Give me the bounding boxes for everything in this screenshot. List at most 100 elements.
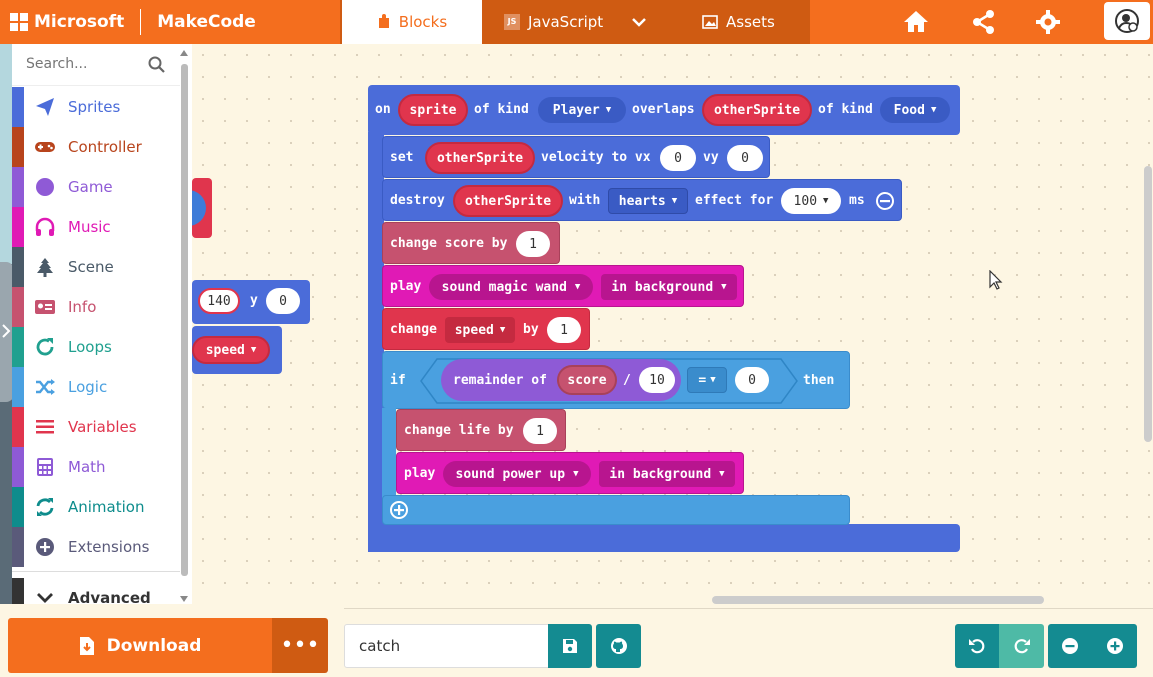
user-menu-button[interactable]	[1104, 2, 1150, 40]
category-animation[interactable]: Animation	[12, 487, 180, 527]
category-sprites[interactable]: Sprites	[12, 87, 180, 127]
category-extensions[interactable]: Extensions	[12, 527, 180, 567]
comparison-operator-dropdown[interactable]: = ▼	[687, 367, 727, 393]
tab-javascript[interactable]: JS JavaScript	[504, 0, 603, 44]
category-variables[interactable]: Variables	[12, 407, 180, 447]
dropdown-arrow-icon: ▼	[499, 325, 506, 335]
brand[interactable]: Microsoft MakeCode	[10, 0, 256, 44]
ms-dropdown[interactable]: 100 ▼	[781, 188, 841, 214]
editor-tabs: Blocks JS JavaScript Assets	[340, 0, 810, 44]
tab-blocks[interactable]: Blocks	[342, 0, 482, 44]
effect-label: hearts	[618, 193, 666, 209]
dropdown-arrow-icon: ▼	[605, 105, 612, 115]
sound-label: sound magic wand	[441, 279, 567, 295]
search-input[interactable]	[26, 56, 146, 72]
speed-variable[interactable]: speed ▼	[192, 336, 270, 364]
speed-change-input[interactable]: 1	[547, 317, 581, 343]
effect-dropdown[interactable]: hearts ▼	[608, 188, 688, 214]
category-info[interactable]: Info	[12, 287, 180, 327]
event-block-footer	[368, 524, 960, 552]
y-label: y	[250, 293, 258, 308]
language-dropdown[interactable]	[632, 0, 652, 44]
score-block[interactable]: score	[557, 365, 617, 395]
home-icon[interactable]	[902, 8, 930, 36]
toolbox-scroll-up-arrow[interactable]	[180, 50, 188, 56]
plus-circle-icon[interactable]	[389, 500, 409, 520]
category-loops[interactable]: Loops	[12, 327, 180, 367]
score-change-input[interactable]: 1	[516, 231, 550, 257]
x-value-input[interactable]: 140	[198, 288, 240, 314]
toolbox-scroll-down-arrow[interactable]	[180, 596, 188, 602]
remainder-label: remainder of	[453, 373, 547, 388]
search-icon[interactable]	[148, 56, 166, 74]
vy-input[interactable]: 0	[727, 145, 763, 171]
save-button[interactable]	[548, 624, 592, 668]
life-change-input[interactable]: 1	[523, 418, 557, 444]
compare-value-input[interactable]: 0	[735, 367, 769, 393]
toolbox-divider	[12, 571, 180, 572]
zoom-in-icon	[1106, 638, 1123, 654]
category-game[interactable]: Game	[12, 167, 180, 207]
category-controller[interactable]: Controller	[12, 127, 180, 167]
other-sprite-variable[interactable]: otherSprite	[702, 94, 812, 126]
save-icon	[563, 639, 577, 653]
partial-block-position[interactable]: 140 y 0	[192, 280, 310, 324]
project-name-input[interactable]	[344, 624, 550, 668]
play-sound-block[interactable]: play sound magic wand ▼ in background ▼	[382, 265, 744, 307]
category-math[interactable]: Math	[12, 447, 180, 487]
set-velocity-block[interactable]: set otherSprite velocity to vx 0 vy 0	[382, 136, 770, 178]
category-music[interactable]: Music	[12, 207, 180, 247]
change-score-block[interactable]: change score by 1	[382, 222, 560, 264]
category-label: Sprites	[68, 98, 121, 116]
ms-value: 100	[793, 193, 818, 209]
zoom-out-button[interactable]	[1048, 624, 1092, 668]
operator-label: =	[698, 372, 707, 388]
gear-icon[interactable]	[1034, 8, 1062, 36]
y-value-input[interactable]: 0	[266, 288, 300, 314]
change-life-block[interactable]: change life by 1	[396, 409, 566, 451]
sprite-variable[interactable]: sprite	[398, 94, 468, 126]
sound-dropdown[interactable]: sound power up ▼	[443, 461, 591, 487]
other-sprite-variable[interactable]: otherSprite	[453, 185, 563, 217]
divisor-input[interactable]: 10	[639, 367, 675, 393]
destroy-block[interactable]: destroy otherSprite with hearts ▼ effect …	[382, 179, 902, 221]
change-speed-block[interactable]: change speed ▼ by 1	[382, 308, 590, 350]
other-sprite-variable[interactable]: otherSprite	[425, 142, 535, 174]
play-mode-dropdown[interactable]: in background ▼	[599, 461, 735, 487]
redo-button[interactable]	[999, 624, 1044, 668]
sound-dropdown[interactable]: sound magic wand ▼	[429, 274, 593, 300]
category-scene[interactable]: Scene	[12, 247, 180, 287]
play-sound-block-2[interactable]: play sound power up ▼ in background ▼	[396, 452, 744, 494]
paper-plane-icon	[36, 98, 54, 116]
kind-food-dropdown[interactable]: Food ▼	[880, 97, 950, 123]
if-block[interactable]: if remainder of score / 10 = ▼ 0 then	[382, 351, 850, 409]
gamepad-icon	[35, 142, 55, 152]
share-icon[interactable]	[970, 8, 998, 36]
undo-icon	[969, 639, 985, 654]
workspace-horizontal-scrollbar[interactable]	[712, 596, 1044, 604]
download-button[interactable]: Download	[8, 618, 272, 673]
vx-input[interactable]: 0	[660, 145, 696, 171]
play-mode-dropdown[interactable]: in background ▼	[601, 274, 737, 300]
partial-block-speed[interactable]: speed ▼	[192, 326, 282, 374]
more-label: •••	[280, 633, 320, 658]
destroy-label: destroy	[390, 193, 445, 208]
blocks-workspace[interactable]: 140 y 0 speed ▼ on sprite of kind Player…	[192, 44, 1153, 604]
speed-dropdown[interactable]: speed ▼	[445, 317, 515, 343]
zoom-in-button[interactable]	[1092, 624, 1137, 668]
undo-button[interactable]	[955, 624, 999, 668]
speed-label: speed	[205, 342, 245, 358]
github-button[interactable]	[596, 624, 641, 668]
overlap-event-block[interactable]: on sprite of kind Player ▼ overlaps other…	[368, 85, 960, 135]
more-options-button[interactable]: •••	[272, 618, 328, 673]
category-color-bar	[12, 87, 24, 127]
category-logic[interactable]: Logic	[12, 367, 180, 407]
partial-block-red[interactable]	[192, 178, 212, 238]
set-label: set	[390, 150, 414, 165]
chevron-down-icon	[632, 18, 646, 27]
kind-player-dropdown[interactable]: Player ▼	[538, 97, 626, 123]
tab-assets[interactable]: Assets	[702, 0, 775, 44]
minus-circle-icon[interactable]	[875, 191, 895, 211]
toolbox-scrollbar[interactable]	[181, 64, 188, 576]
workspace-vertical-scrollbar[interactable]	[1144, 166, 1152, 442]
